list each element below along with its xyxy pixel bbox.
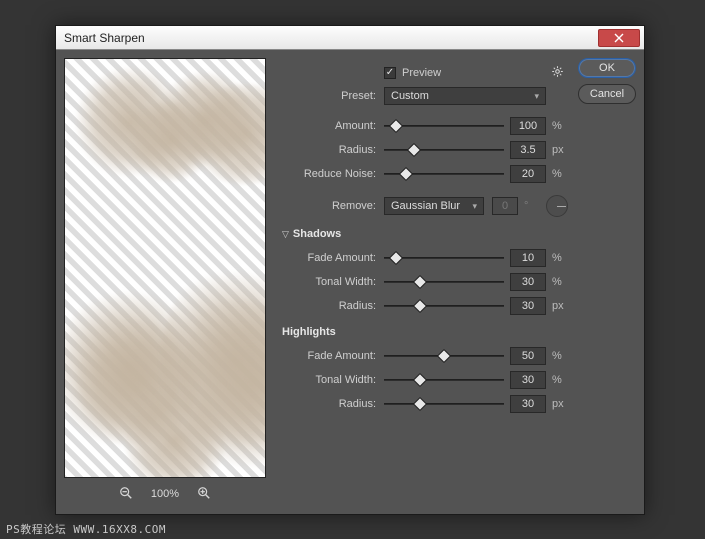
chevron-down-icon: ▾ — [534, 91, 539, 102]
disclosure-icon: ▽ — [282, 229, 289, 240]
radius-label: Radius: — [282, 144, 384, 156]
cancel-button[interactable]: Cancel — [578, 84, 636, 104]
dialog-buttons: OK Cancel — [578, 58, 636, 506]
sh-radius-slider[interactable] — [384, 298, 504, 314]
sh-fade-label: Fade Amount: — [282, 252, 384, 264]
zoom-out-button[interactable] — [119, 486, 133, 503]
noise-input[interactable]: 20 — [510, 165, 546, 183]
shadows-header[interactable]: ▽ Shadows — [282, 224, 568, 244]
preset-label: Preset: — [282, 90, 384, 102]
radius-unit: px — [546, 144, 568, 156]
remove-angle-unit: ° — [518, 200, 540, 212]
sh-tonal-slider[interactable] — [384, 274, 504, 290]
hl-fade-label: Fade Amount: — [282, 350, 384, 362]
sh-fade-unit: % — [546, 252, 568, 264]
angle-dial — [546, 195, 568, 217]
amount-slider[interactable] — [384, 118, 504, 134]
zoom-controls: 100% — [64, 482, 266, 506]
sh-radius-label: Radius: — [282, 300, 384, 312]
hl-tonal-slider[interactable] — [384, 372, 504, 388]
watermark: PS教程论坛 WWW.16XX8.COM — [6, 521, 166, 537]
radius-slider[interactable] — [384, 142, 504, 158]
dialog-title: Smart Sharpen — [64, 31, 145, 45]
sh-tonal-input[interactable]: 30 — [510, 273, 546, 291]
sh-fade-slider[interactable] — [384, 250, 504, 266]
amount-input[interactable]: 100 — [510, 117, 546, 135]
zoom-level[interactable]: 100% — [151, 488, 179, 500]
amount-label: Amount: — [282, 120, 384, 132]
preset-select[interactable]: Custom ▾ — [384, 87, 546, 105]
close-button[interactable] — [598, 29, 640, 47]
close-icon — [614, 33, 624, 43]
remove-angle-input: 0 — [492, 197, 518, 215]
settings-gear-icon[interactable] — [551, 65, 564, 81]
preview-checkbox[interactable]: ✓ — [384, 67, 396, 79]
sh-radius-unit: px — [546, 300, 568, 312]
shadows-title: Shadows — [293, 228, 341, 240]
sh-tonal-unit: % — [546, 276, 568, 288]
noise-slider[interactable] — [384, 166, 504, 182]
titlebar[interactable]: Smart Sharpen — [56, 26, 644, 50]
chevron-down-icon: ▾ — [472, 201, 477, 212]
noise-label: Reduce Noise: — [282, 168, 384, 180]
hl-radius-input[interactable]: 30 — [510, 395, 546, 413]
hl-fade-slider[interactable] — [384, 348, 504, 364]
remove-select[interactable]: Gaussian Blur ▾ — [384, 197, 484, 215]
hl-tonal-unit: % — [546, 374, 568, 386]
ok-button[interactable]: OK — [578, 58, 636, 78]
preview-label: Preview — [402, 67, 441, 79]
smart-sharpen-dialog: Smart Sharpen 100% — [55, 25, 645, 515]
hl-radius-slider[interactable] — [384, 396, 504, 412]
noise-unit: % — [546, 168, 568, 180]
hl-radius-label: Radius: — [282, 398, 384, 410]
amount-unit: % — [546, 120, 568, 132]
preset-value: Custom — [391, 90, 429, 102]
highlights-header: Highlights — [282, 322, 568, 342]
hl-radius-unit: px — [546, 398, 568, 410]
hl-fade-input[interactable]: 50 — [510, 347, 546, 365]
hl-fade-unit: % — [546, 350, 568, 362]
radius-input[interactable]: 3.5 — [510, 141, 546, 159]
controls-panel: ✓ Preview Preset: Custom ▾ Amount: — [272, 58, 572, 506]
highlights-title: Highlights — [282, 326, 336, 338]
sh-radius-input[interactable]: 30 — [510, 297, 546, 315]
sh-fade-input[interactable]: 10 — [510, 249, 546, 267]
zoom-in-button[interactable] — [197, 486, 211, 503]
preview-image[interactable] — [64, 58, 266, 478]
preview-panel: 100% — [64, 58, 266, 506]
hl-tonal-label: Tonal Width: — [282, 374, 384, 386]
hl-tonal-input[interactable]: 30 — [510, 371, 546, 389]
remove-value: Gaussian Blur — [391, 200, 460, 212]
sh-tonal-label: Tonal Width: — [282, 276, 384, 288]
remove-label: Remove: — [282, 200, 384, 212]
